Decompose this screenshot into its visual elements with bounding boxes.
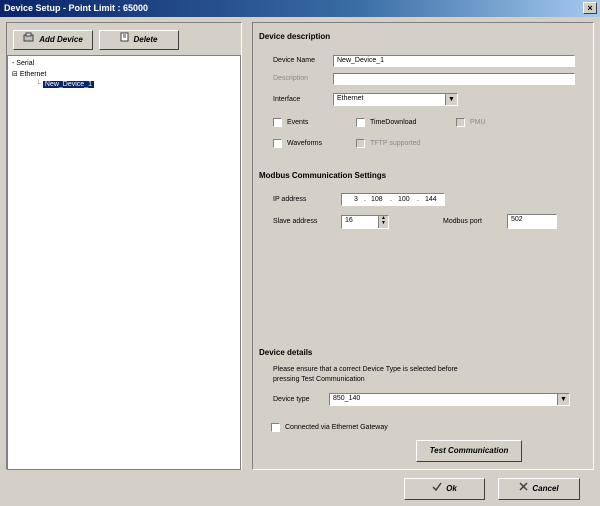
ip-dot: . [417, 196, 419, 203]
test-communication-label: Test Communication [429, 446, 509, 455]
spinner-arrows-icon[interactable]: ▲ ▼ [378, 216, 388, 228]
description-label: Description [273, 75, 309, 82]
device-description-heading: Device description [259, 32, 331, 41]
ip-octet-1: 3 [354, 196, 358, 203]
interface-value: Ethernet [337, 95, 364, 102]
checkmark-icon [432, 479, 442, 499]
tree-line-icon: └ [36, 81, 43, 88]
tree-item-serial[interactable]: - Serial [12, 60, 34, 67]
add-device-icon [23, 31, 35, 49]
device-name-input[interactable]: New_Device_1 [333, 55, 575, 67]
device-name-label: Device Name [273, 57, 316, 64]
ip-dot: . [364, 196, 366, 203]
device-type-select[interactable]: 850_140 ▼ [329, 393, 570, 406]
dropdown-arrow-icon[interactable]: ▼ [445, 94, 457, 105]
pmu-checkbox [456, 118, 465, 127]
ip-octet-3: 100 [398, 196, 410, 203]
test-communication-button[interactable]: Test Communication [416, 440, 522, 462]
interface-select[interactable]: Ethernet ▼ [333, 93, 458, 106]
expand-icon[interactable]: ⊟ [12, 71, 20, 78]
slave-address-label: Slave address [273, 218, 318, 225]
delete-label: Delete [133, 35, 158, 45]
interface-label: Interface [273, 96, 301, 103]
device-type-value: 850_140 [333, 395, 361, 402]
add-device-button[interactable]: Add Device [13, 30, 93, 50]
waveforms-checkbox[interactable] [273, 139, 282, 148]
modbus-port-label: Modbus port [443, 218, 482, 225]
tftp-label: TFTP supported [370, 140, 421, 147]
ok-label: Ok [446, 484, 457, 494]
events-label: Events [287, 119, 309, 126]
cancel-label: Cancel [532, 484, 559, 494]
ethernet-gateway-label: Connected via Ethernet Gateway [285, 424, 388, 431]
device-setup-window: Device Setup - Point Limit : 65000 × Add… [0, 0, 600, 506]
timedownload-checkbox[interactable] [356, 118, 365, 127]
slave-address-spinner[interactable]: 16 ▲ ▼ [341, 215, 389, 229]
ok-button[interactable]: Ok [404, 478, 485, 500]
window-title: Device Setup - Point Limit : 65000 [4, 3, 149, 13]
device-details-note-1: Please ensure that a correct Device Type… [273, 366, 458, 373]
delete-icon [120, 31, 129, 49]
events-checkbox[interactable] [273, 118, 282, 127]
add-device-label: Add Device [39, 35, 83, 45]
device-details-note-2: pressing Test Communication [273, 376, 365, 383]
title-bar: Device Setup - Point Limit : 65000 × [0, 0, 600, 17]
tree-item-ethernet[interactable]: ⊟ Ethernet [12, 70, 46, 78]
tree-item-device[interactable]: └ New_Device_1 [36, 81, 94, 88]
device-tree[interactable]: - Serial ⊟ Ethernet └ New_Device_1 [7, 55, 241, 470]
ip-dot: . [390, 196, 392, 203]
cancel-x-icon [519, 479, 528, 499]
slave-address-value: 16 [345, 217, 353, 224]
timedownload-label: TimeDownload [370, 119, 417, 126]
ip-address-input[interactable]: 3 . 108 . 100 . 144 [341, 193, 445, 206]
ethernet-gateway-checkbox[interactable] [271, 423, 280, 432]
modbus-settings-heading: Modbus Communication Settings [259, 171, 387, 180]
cancel-button[interactable]: Cancel [498, 478, 580, 500]
device-type-label: Device type [273, 396, 310, 403]
device-details-heading: Device details [259, 348, 313, 357]
ip-octet-2: 108 [371, 196, 383, 203]
ip-address-label: IP address [273, 196, 307, 203]
waveforms-label: Waveforms [287, 140, 323, 147]
delete-button[interactable]: Delete [99, 30, 179, 50]
pmu-label: PMU [470, 119, 486, 126]
close-button[interactable]: × [583, 2, 597, 14]
dropdown-arrow-icon[interactable]: ▼ [557, 394, 569, 405]
tftp-checkbox [356, 139, 365, 148]
ip-octet-4: 144 [425, 196, 437, 203]
description-input[interactable] [333, 73, 575, 85]
modbus-port-input[interactable]: 502 [507, 214, 557, 229]
